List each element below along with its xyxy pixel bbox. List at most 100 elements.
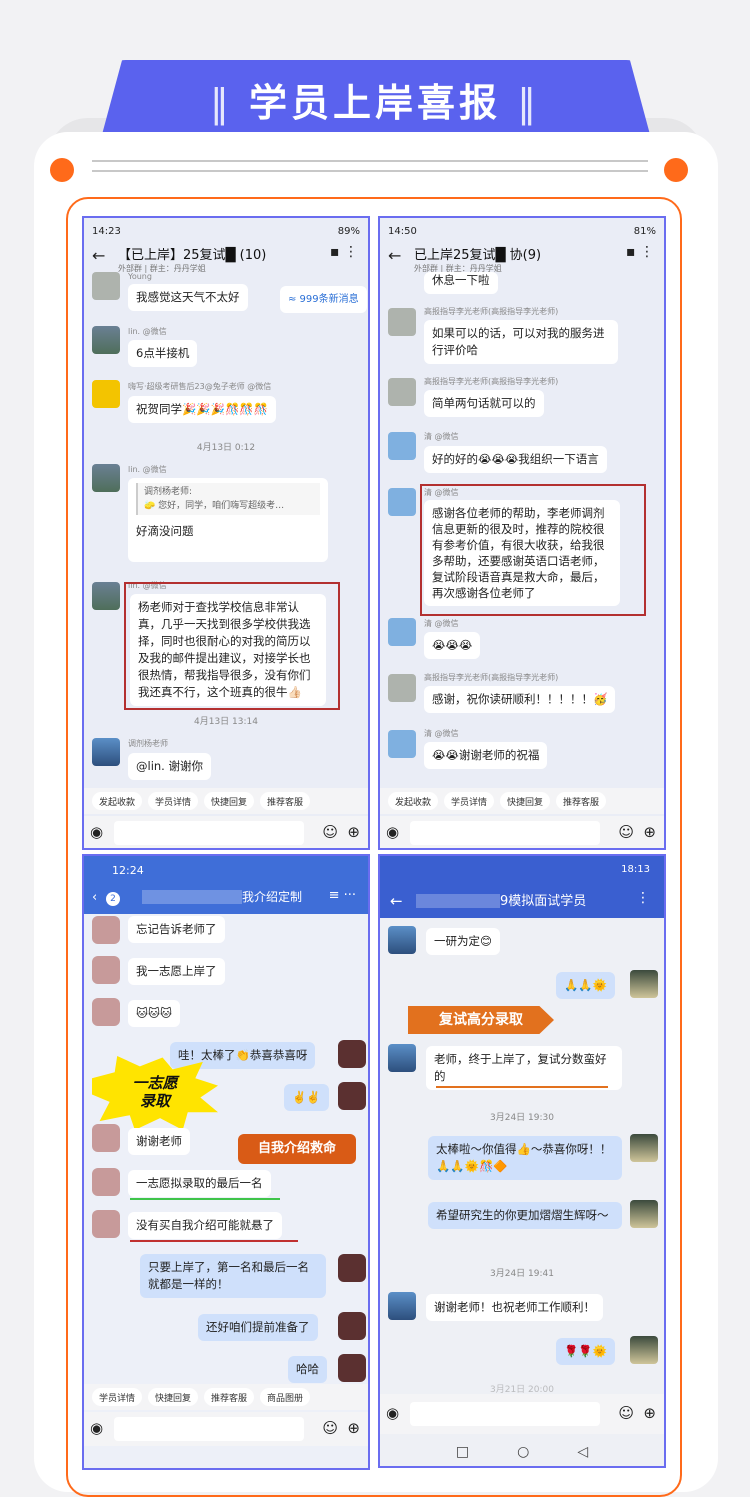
message: 🐱🐱🐱 <box>128 1000 180 1027</box>
student-details-button[interactable]: 学员详情 <box>148 792 199 810</box>
collect-payment-button[interactable]: 发起收款 <box>92 792 143 810</box>
title-text: 学员上岸喜报 <box>248 81 501 125</box>
quick-reply-button[interactable]: 快捷回复 <box>500 792 551 810</box>
status-bar: 14:23 89% <box>92 226 360 237</box>
plus-icon[interactable]: ⊕ <box>347 1419 360 1437</box>
input-bar: ◉ ☺ ⊕ <box>84 1412 368 1446</box>
more-icon[interactable]: ≡ ··· <box>329 888 356 903</box>
back-icon[interactable]: ◁ <box>577 1444 588 1460</box>
message: 没有买自我介绍可能就悬了 <box>128 1212 282 1239</box>
sender-name: 清 @微信 <box>424 619 459 628</box>
emoji-icon[interactable]: ☺ <box>322 823 338 841</box>
sender-name: 高报指导李光老师(高报指导李光老师) <box>424 377 559 386</box>
sender-name: Young <box>128 272 152 281</box>
avatar <box>92 738 120 766</box>
avatar <box>338 1254 366 1282</box>
blurred-name <box>142 890 242 904</box>
timestamp: 4月13日 13:14 <box>194 717 258 727</box>
voice-icon[interactable]: ◉ <box>386 823 399 841</box>
recents-icon[interactable]: □ <box>456 1444 469 1460</box>
back-arrow-icon[interactable]: ‹ <box>92 890 97 905</box>
quick-actions-bar: 学员详情 快捷回复 推荐客服 商品图册 <box>84 1384 368 1410</box>
unread-badge[interactable]: ≈ 999条新消息 <box>280 286 367 313</box>
plus-icon[interactable]: ⊕ <box>643 1404 656 1422</box>
message-input[interactable] <box>410 821 600 845</box>
sender-name: 调剂杨老师 <box>128 739 168 748</box>
recommend-service-button[interactable]: 推荐客服 <box>260 792 311 810</box>
left-dot <box>50 158 74 182</box>
battery: 81% <box>633 226 656 237</box>
chat-title: 我介绍定制 <box>242 890 303 904</box>
message: 一研为定😊 <box>426 928 500 955</box>
message-input[interactable] <box>410 1402 600 1426</box>
message: 希望研究生的你更加熠熠生辉呀～ <box>428 1202 622 1229</box>
quick-reply-button[interactable]: 快捷回复 <box>204 792 255 810</box>
student-details-button[interactable]: 学员详情 <box>444 792 495 810</box>
plus-icon[interactable]: ⊕ <box>347 823 360 841</box>
chat-subtitle: 外部群 | 群主：丹丹学姐 <box>118 264 206 273</box>
product-album-button[interactable]: 商品图册 <box>260 1388 311 1406</box>
avatar <box>630 1200 658 1228</box>
sender-name: 嗨写·超级考研售后23@兔子老师 @微信 <box>128 382 272 391</box>
input-bar: ◉ ☺ ⊕ <box>84 816 368 848</box>
voice-icon[interactable]: ◉ <box>90 823 103 841</box>
avatar <box>388 926 416 954</box>
message: 老师，终于上岸了，复试分数蛮好的 <box>426 1046 622 1090</box>
sender-name: 高报指导李光老师(高报指导李光老师) <box>424 307 559 316</box>
quick-actions-bar: 发起收款 学员详情 快捷回复 推荐客服 <box>380 788 664 814</box>
video-icon[interactable]: ▪ ⋮ <box>330 244 358 260</box>
screenshot-3: 12:24 ‹ 2 我介绍定制 ≡ ··· 忘记告诉老师了 我一志愿上岸了 🐱🐱… <box>82 854 370 1470</box>
video-icon[interactable]: ▪ ⋮ <box>626 244 654 260</box>
avatar <box>388 308 416 336</box>
more-icon[interactable]: ⋮ <box>636 890 650 906</box>
avatar <box>92 582 120 610</box>
message: 😭😭谢谢老师的祝福 <box>424 742 548 769</box>
plus-icon[interactable]: ⊕ <box>643 823 656 841</box>
chat-header: 18:13 ← 9模拟面试学员 ⋮ <box>380 856 664 918</box>
clock: 14:50 <box>388 226 417 237</box>
quote-message: 调剂杨老师: 🧽 您好，同学，咱们嗨写超级考… 好滴没问题 <box>128 478 328 562</box>
sender-name: 清 @微信 <box>424 729 459 738</box>
chat-header: 已上岸25复试█ 协(9) 外部群 | 群主：丹丹学姐 <box>380 240 664 290</box>
timestamp: 3月24日 19:41 <box>490 1269 554 1279</box>
avatar <box>388 488 416 516</box>
battery: 89% <box>337 226 360 237</box>
message: 感谢，祝你读研顺利！！！！！🥳 <box>424 686 616 713</box>
unread-count: 2 <box>106 892 120 906</box>
recommend-service-button[interactable]: 推荐客服 <box>204 1388 255 1406</box>
avatar <box>92 1124 120 1152</box>
underline <box>130 1198 280 1200</box>
avatar <box>92 380 120 408</box>
message: 太棒啦～你值得👍～恭喜你呀！！🙏🙏🌞🎊🔶 <box>428 1136 622 1180</box>
voice-icon[interactable]: ◉ <box>386 1404 399 1422</box>
screenshot-2: 14:50 81% ← 已上岸25复试█ 协(9) 外部群 | 群主：丹丹学姐 ▪ … <box>378 216 666 850</box>
divider <box>92 160 648 162</box>
quick-reply-button[interactable]: 快捷回复 <box>148 1388 199 1406</box>
message: @lin. 谢谢你 <box>128 753 211 780</box>
voice-icon[interactable]: ◉ <box>90 1419 103 1437</box>
message-input[interactable] <box>114 821 304 845</box>
avatar <box>92 464 120 492</box>
screenshot-1: 14:23 89% ← 【已上岸】25复试█ (10) 外部群 | 群主：丹丹学姐 … <box>82 216 370 850</box>
input-bar: ◉ ☺ ⊕ <box>380 1394 664 1434</box>
chat-title: 9模拟面试学员 <box>500 894 587 909</box>
home-icon[interactable]: ○ <box>517 1444 529 1460</box>
system-nav-bar: □ ○ ◁ <box>380 1434 664 1466</box>
collect-payment-button[interactable]: 发起收款 <box>388 792 439 810</box>
emoji-icon[interactable]: ☺ <box>322 1419 338 1437</box>
timestamp: 3月24日 19:30 <box>490 1113 554 1123</box>
message-input[interactable] <box>114 1417 304 1441</box>
emoji-icon[interactable]: ☺ <box>618 823 634 841</box>
right-dot <box>664 158 688 182</box>
avatar <box>630 970 658 998</box>
avatar <box>92 272 120 300</box>
message: 杨老师对于查找学校信息非常认真，几乎一天找到很多学校供我选择，同时也很耐心的对我… <box>130 594 326 706</box>
message-text: 好滴没问题 <box>136 524 194 538</box>
student-details-button[interactable]: 学员详情 <box>92 1388 143 1406</box>
page-title: ‖ 学员上岸喜报 ‖ <box>209 81 541 125</box>
avatar <box>92 326 120 354</box>
recommend-service-button[interactable]: 推荐客服 <box>556 792 607 810</box>
back-arrow-icon[interactable]: ← <box>390 892 403 910</box>
underline <box>436 1086 608 1088</box>
emoji-icon[interactable]: ☺ <box>618 1404 634 1422</box>
